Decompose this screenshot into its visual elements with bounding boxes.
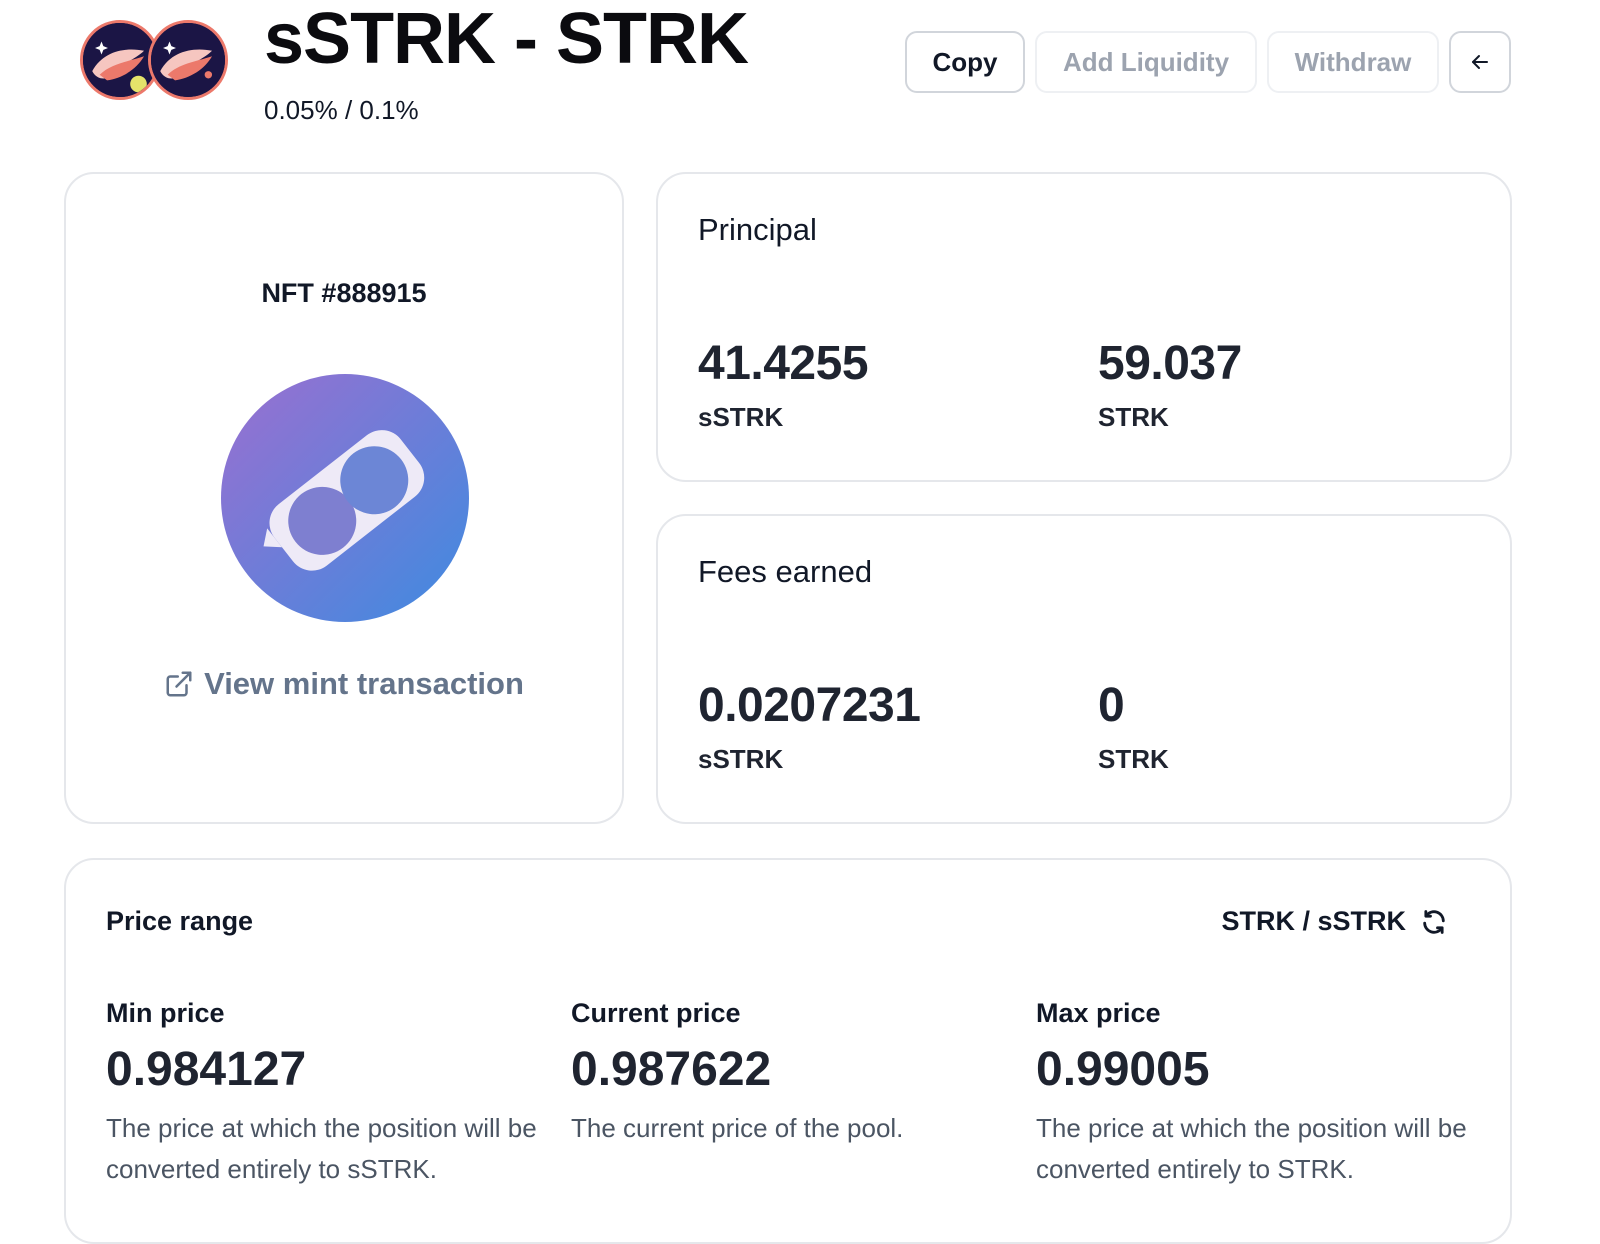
principal-amount-a: 41.4255	[698, 337, 869, 390]
copy-button[interactable]: Copy	[905, 31, 1025, 93]
max-price-description: The price at which the position will be …	[1036, 1113, 1467, 1184]
nft-card: NFT #888915 View mint transaction	[64, 172, 624, 824]
current-price-label: Current price	[571, 998, 741, 1028]
price-direction-toggle[interactable]: STRK / sSTRK	[1221, 906, 1448, 937]
position-page: sSTRK - STRK 0.05% / 0.1% Copy Add Liqui…	[0, 0, 1600, 1244]
arrow-left-icon	[1472, 55, 1488, 69]
max-price-section: Max price 0.99005 The price at which the…	[1036, 996, 1476, 1190]
nft-image	[221, 374, 469, 622]
strk-logo-icon	[148, 20, 228, 100]
min-price-value: 0.984127	[106, 1043, 307, 1096]
fees-amount-a: 0.0207231	[698, 679, 921, 732]
principal-title: Principal	[698, 212, 817, 247]
fees-title: Fees earned	[698, 554, 873, 589]
header-actions: Copy Add Liquidity Withdraw	[905, 31, 1511, 93]
price-direction-label: STRK / sSTRK	[1221, 906, 1406, 936]
fees-card: Fees earned 0.0207231 sSTRK 0 STRK	[656, 514, 1512, 824]
price-range-card: Price range STRK / sSTRK Min price 0.984…	[64, 858, 1512, 1244]
add-liquidity-button[interactable]: Add Liquidity	[1035, 31, 1257, 93]
principal-card: Principal 41.4255 sSTRK 59.037 STRK	[656, 172, 1512, 482]
view-mint-transaction-link[interactable]: View mint transaction	[66, 666, 622, 702]
principal-symbol-a: sSTRK	[698, 402, 784, 432]
principal-symbol-b: STRK	[1098, 402, 1169, 432]
fees-amount-b: 0	[1098, 679, 1125, 732]
pair-title: sSTRK - STRK	[264, 0, 749, 79]
nft-title: NFT #888915	[261, 278, 427, 308]
withdraw-button[interactable]: Withdraw	[1267, 31, 1439, 93]
max-price-label: Max price	[1036, 998, 1161, 1028]
current-price-description: The current price of the pool.	[571, 1113, 904, 1143]
price-range-title: Price range	[106, 906, 254, 936]
principal-amount-b: 59.037	[1098, 337, 1242, 390]
min-price-section: Min price 0.984127 The price at which th…	[106, 996, 546, 1190]
min-price-description: The price at which the position will be …	[106, 1113, 537, 1184]
external-link-icon	[166, 671, 192, 697]
swap-refresh-icon	[1423, 909, 1445, 934]
mint-link-label: View mint transaction	[204, 666, 524, 701]
min-price-label: Min price	[106, 998, 225, 1028]
current-price-value: 0.987622	[571, 1043, 772, 1096]
back-button[interactable]	[1449, 31, 1511, 93]
token-pair-logos	[80, 20, 230, 102]
fees-symbol-b: STRK	[1098, 744, 1169, 774]
fees-symbol-a: sSTRK	[698, 744, 784, 774]
current-price-section: Current price 0.987622 The current price…	[571, 996, 1011, 1149]
fee-tier: 0.05% / 0.1%	[264, 95, 419, 125]
max-price-value: 0.99005	[1036, 1043, 1210, 1096]
